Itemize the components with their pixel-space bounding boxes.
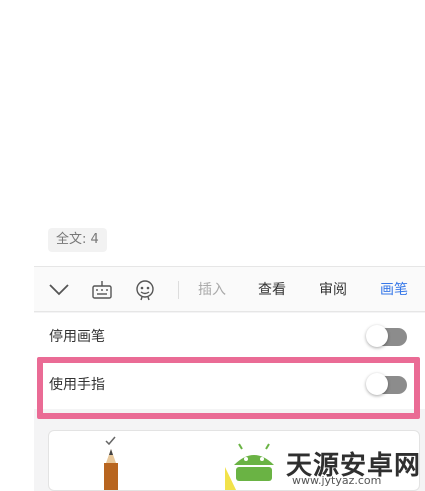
chevron-down-icon[interactable] xyxy=(43,267,75,313)
disable-pen-toggle[interactable] xyxy=(366,325,407,347)
tab-insert[interactable]: 插入 xyxy=(198,267,226,313)
voice-assistant-icon[interactable] xyxy=(129,267,161,313)
disable-pen-row: 停用画笔 xyxy=(34,313,425,361)
document-canvas[interactable] xyxy=(0,0,425,266)
pencil-tool[interactable] xyxy=(99,435,123,490)
disable-pen-label: 停用画笔 xyxy=(49,329,105,345)
android-logo-icon xyxy=(234,443,274,481)
word-count-badge: 全文: 4 xyxy=(48,228,107,252)
tab-pen[interactable]: 画笔 xyxy=(380,267,408,313)
watermark-url: www.jytyaz.com xyxy=(292,474,382,487)
toolbar-divider xyxy=(178,281,179,299)
keyboard-icon[interactable] xyxy=(86,267,118,313)
toggle-knob xyxy=(366,325,388,347)
tab-view[interactable]: 查看 xyxy=(258,267,286,313)
ribbon-toolbar: 插入 查看 审阅 画笔 xyxy=(34,266,425,312)
check-icon xyxy=(105,436,116,446)
highlight-box xyxy=(37,357,420,419)
tab-review[interactable]: 审阅 xyxy=(319,267,347,313)
